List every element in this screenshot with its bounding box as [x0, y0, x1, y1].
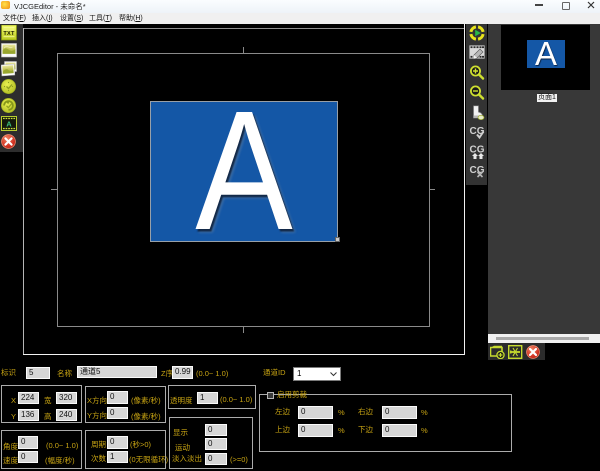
svg-text:CG: CG — [470, 145, 485, 156]
svg-text:CG: CG — [470, 165, 485, 176]
svg-text:A: A — [6, 119, 12, 128]
svg-text:TXT: TXT — [3, 31, 15, 37]
